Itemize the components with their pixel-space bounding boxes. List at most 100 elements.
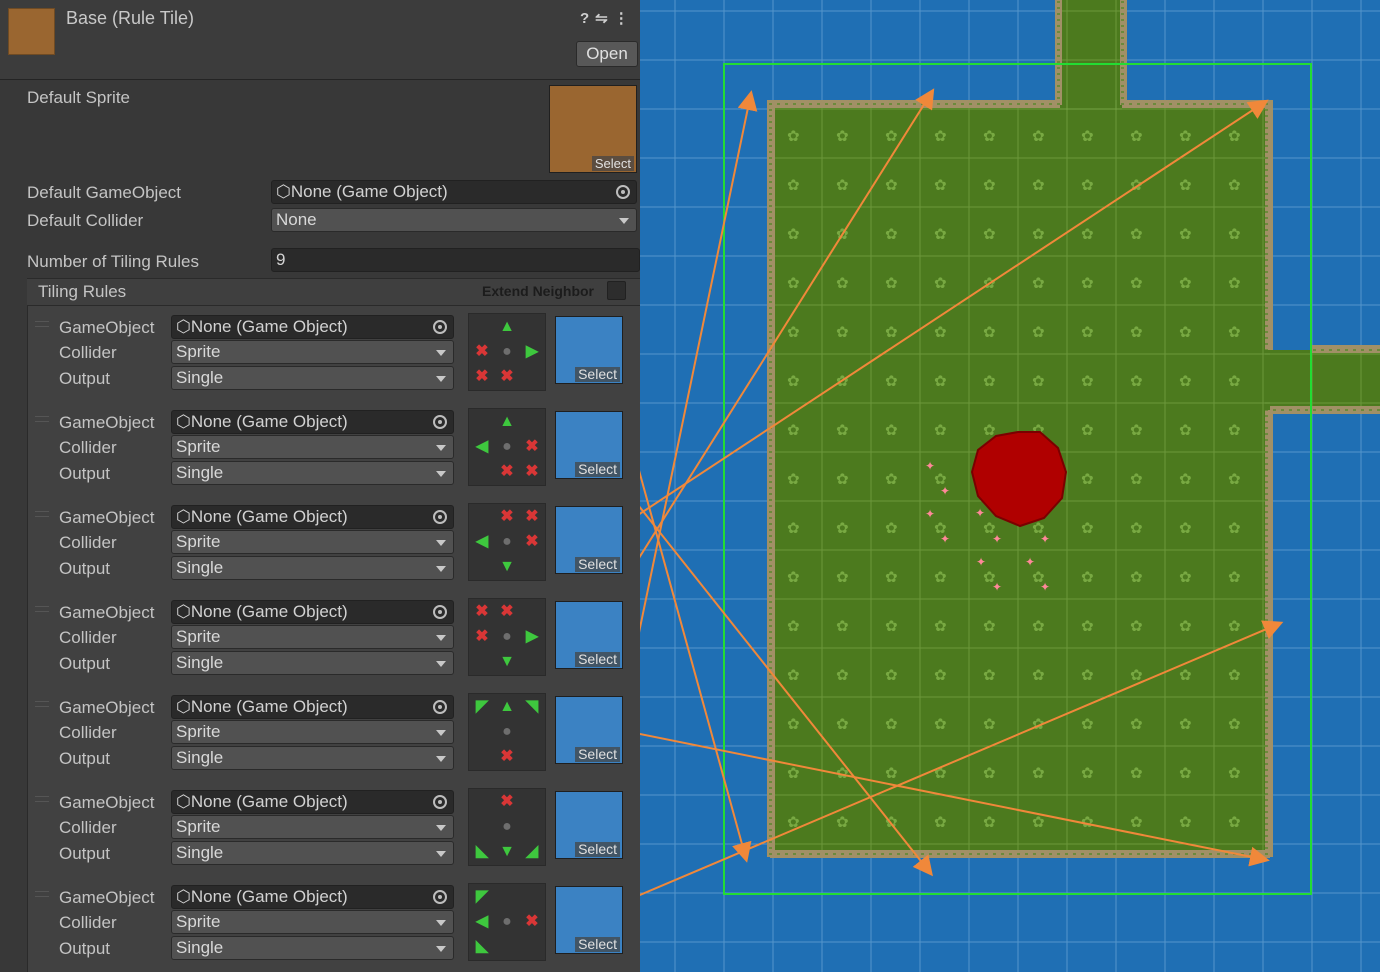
drag-handle-icon[interactable] — [35, 796, 49, 802]
object-picker-icon[interactable] — [433, 605, 447, 619]
drag-handle-icon[interactable] — [35, 416, 49, 422]
drag-handle-icon[interactable] — [35, 701, 49, 707]
not-this-icon[interactable]: ✖ — [495, 745, 519, 769]
empty-neighbor-cell[interactable] — [470, 505, 494, 529]
object-picker-icon[interactable] — [433, 795, 447, 809]
empty-neighbor-cell[interactable] — [520, 600, 544, 624]
rule-sprite-select[interactable]: Select — [575, 747, 620, 762]
not-this-icon[interactable]: ✖ — [495, 600, 519, 624]
rule-output-dropdown[interactable]: Single — [171, 841, 454, 865]
default-sprite-select[interactable]: Select — [591, 156, 634, 171]
neighbor-grid[interactable]: ✖ ● ◣ ▼ ◢ — [468, 788, 546, 866]
rule-collider-dropdown[interactable]: Sprite — [171, 435, 454, 459]
rule-sprite-select[interactable]: Select — [575, 652, 620, 667]
center-cell-icon[interactable]: ● — [495, 910, 519, 934]
rule-gameobject-field[interactable]: ⬡None (Game Object) — [171, 695, 454, 719]
empty-neighbor-cell[interactable] — [470, 410, 494, 434]
arrow-up-icon[interactable]: ▲ — [495, 315, 519, 339]
rule-sprite-select[interactable]: Select — [575, 367, 620, 382]
empty-neighbor-cell[interactable] — [520, 885, 544, 909]
empty-neighbor-cell[interactable] — [495, 885, 519, 909]
arrow-down-right-icon[interactable]: ◢ — [520, 840, 544, 864]
rule-collider-dropdown[interactable]: Sprite — [171, 720, 454, 744]
rule-output-dropdown[interactable]: Single — [171, 556, 454, 580]
arrow-right-icon[interactable]: ▶ — [520, 340, 544, 364]
rule-gameobject-field[interactable]: ⬡None (Game Object) — [171, 410, 454, 434]
empty-neighbor-cell[interactable] — [470, 460, 494, 484]
empty-neighbor-cell[interactable] — [470, 555, 494, 579]
arrow-up-right-icon[interactable]: ◥ — [520, 695, 544, 719]
empty-neighbor-cell[interactable] — [470, 815, 494, 839]
center-cell-icon[interactable]: ● — [495, 720, 519, 744]
extend-neighbor-checkbox[interactable] — [607, 281, 626, 300]
neighbor-grid[interactable]: ✖ ✖ ✖ ● ▶ ▼ — [468, 598, 546, 676]
rule-sprite-field[interactable]: Select — [555, 886, 623, 954]
center-cell-icon[interactable]: ● — [495, 530, 519, 554]
not-this-icon[interactable]: ✖ — [520, 505, 544, 529]
rule-output-dropdown[interactable]: Single — [171, 936, 454, 960]
default-sprite-field[interactable]: Select — [549, 85, 637, 173]
rule-sprite-field[interactable]: Select — [555, 791, 623, 859]
object-picker-icon[interactable] — [433, 320, 447, 334]
neighbor-grid[interactable]: ▲ ◀ ● ✖ ✖ ✖ — [468, 408, 546, 486]
center-cell-icon[interactable]: ● — [495, 625, 519, 649]
empty-neighbor-cell[interactable] — [520, 815, 544, 839]
not-this-icon[interactable]: ✖ — [470, 625, 494, 649]
center-cell-icon[interactable]: ● — [495, 435, 519, 459]
not-this-icon[interactable]: ✖ — [520, 435, 544, 459]
empty-neighbor-cell[interactable] — [520, 720, 544, 744]
empty-neighbor-cell[interactable] — [470, 745, 494, 769]
not-this-icon[interactable]: ✖ — [495, 790, 519, 814]
arrow-right-icon[interactable]: ▶ — [520, 625, 544, 649]
drag-handle-icon[interactable] — [35, 891, 49, 897]
empty-neighbor-cell[interactable] — [520, 410, 544, 434]
object-picker-icon[interactable] — [616, 185, 630, 199]
rule-sprite-field[interactable]: Select — [555, 696, 623, 764]
rule-sprite-select[interactable]: Select — [575, 937, 620, 952]
rule-collider-dropdown[interactable]: Sprite — [171, 340, 454, 364]
empty-neighbor-cell[interactable] — [495, 935, 519, 959]
arrow-up-left-icon[interactable]: ◤ — [470, 695, 494, 719]
open-button[interactable]: Open — [576, 41, 638, 67]
rule-gameobject-field[interactable]: ⬡None (Game Object) — [171, 315, 454, 339]
neighbor-grid[interactable]: ◤ ▲ ◥ ● ✖ — [468, 693, 546, 771]
rule-sprite-select[interactable]: Select — [575, 842, 620, 857]
arrow-down-left-icon[interactable]: ◣ — [470, 840, 494, 864]
empty-neighbor-cell[interactable] — [520, 745, 544, 769]
rule-output-dropdown[interactable]: Single — [171, 746, 454, 770]
arrow-left-icon[interactable]: ◀ — [470, 435, 494, 459]
not-this-icon[interactable]: ✖ — [520, 530, 544, 554]
rule-gameobject-field[interactable]: ⬡None (Game Object) — [171, 600, 454, 624]
empty-neighbor-cell[interactable] — [520, 555, 544, 579]
empty-neighbor-cell[interactable] — [520, 935, 544, 959]
rule-sprite-field[interactable]: Select — [555, 601, 623, 669]
rule-collider-dropdown[interactable]: Sprite — [171, 530, 454, 554]
preset-icon[interactable]: ⇋ — [595, 10, 614, 27]
rule-sprite-select[interactable]: Select — [575, 462, 620, 477]
rule-gameobject-field[interactable]: ⬡None (Game Object) — [171, 885, 454, 909]
arrow-left-icon[interactable]: ◀ — [470, 910, 494, 934]
arrow-left-icon[interactable]: ◀ — [470, 530, 494, 554]
empty-neighbor-cell[interactable] — [520, 315, 544, 339]
rule-sprite-select[interactable]: Select — [575, 557, 620, 572]
neighbor-grid[interactable]: ▲ ✖ ● ▶ ✖ ✖ — [468, 313, 546, 391]
neighbor-grid[interactable]: ✖ ✖ ◀ ● ✖ ▼ — [468, 503, 546, 581]
arrow-down-icon[interactable]: ▼ — [495, 650, 519, 674]
arrow-down-icon[interactable]: ▼ — [495, 555, 519, 579]
rule-sprite-field[interactable]: Select — [555, 316, 623, 384]
arrow-down-left-icon[interactable]: ◣ — [470, 935, 494, 959]
empty-neighbor-cell[interactable] — [470, 790, 494, 814]
rule-output-dropdown[interactable]: Single — [171, 461, 454, 485]
rule-gameobject-field[interactable]: ⬡None (Game Object) — [171, 790, 454, 814]
object-picker-icon[interactable] — [433, 700, 447, 714]
not-this-icon[interactable]: ✖ — [495, 365, 519, 389]
not-this-icon[interactable]: ✖ — [495, 460, 519, 484]
rule-collider-dropdown[interactable]: Sprite — [171, 910, 454, 934]
tiling-rules-count-field[interactable]: 9 — [271, 248, 640, 272]
rule-sprite-field[interactable]: Select — [555, 411, 623, 479]
arrow-down-icon[interactable]: ▼ — [495, 840, 519, 864]
empty-neighbor-cell[interactable] — [520, 365, 544, 389]
empty-neighbor-cell[interactable] — [470, 650, 494, 674]
rule-output-dropdown[interactable]: Single — [171, 651, 454, 675]
arrow-up-icon[interactable]: ▲ — [495, 410, 519, 434]
